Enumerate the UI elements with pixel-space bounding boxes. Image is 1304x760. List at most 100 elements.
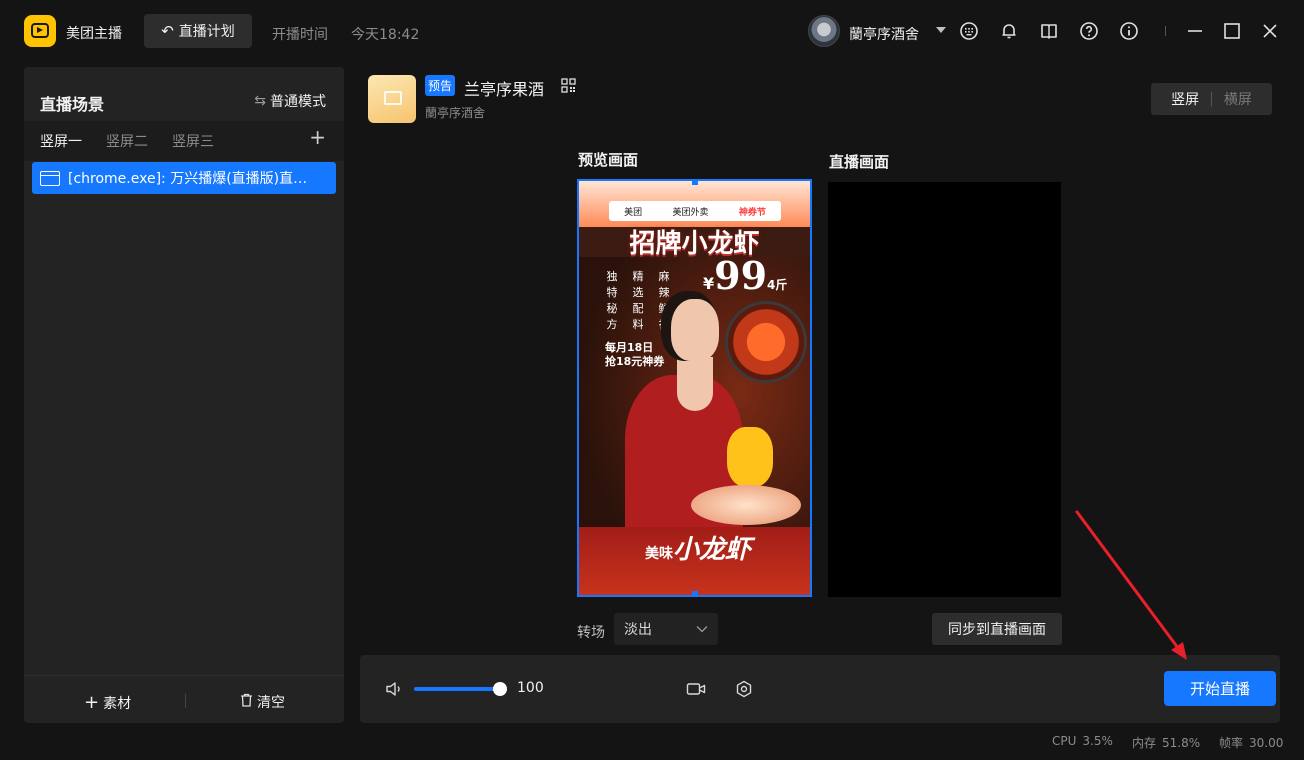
maximize-icon[interactable]: [1222, 21, 1242, 41]
tab-scene-3[interactable]: 竖屏三: [172, 131, 214, 151]
fps-value: 30.00: [1249, 735, 1284, 750]
bell-icon[interactable]: [999, 21, 1019, 41]
swap-icon: ⇆: [254, 93, 266, 109]
product-thumbnail: [368, 75, 416, 123]
fps-status: 帧率 30.00: [1219, 734, 1283, 751]
feature-char: 精: [632, 270, 644, 283]
window-icon: [40, 170, 60, 186]
info-icon[interactable]: [1119, 21, 1139, 41]
crayfish-dish-image: [725, 301, 807, 383]
titlebar-divider: [1165, 26, 1166, 36]
footer-divider: [185, 694, 186, 708]
start-live-button[interactable]: 开始直播: [1164, 671, 1276, 706]
bottom-title-big: 小龙虾: [673, 535, 752, 565]
fps-label: 帧率: [1219, 736, 1244, 750]
poster-price: ¥994斤: [703, 253, 787, 298]
source-item[interactable]: [chrome.exe]: 万兴播爆(直播版)直播伴侣: [32, 162, 336, 194]
settings-icon[interactable]: [735, 680, 753, 698]
live-plan-button[interactable]: ↶ 直播计划: [144, 14, 252, 48]
mode-label: 普通模式: [270, 94, 326, 110]
orientation-vertical[interactable]: 竖屏: [1171, 89, 1199, 109]
tab-scene-1[interactable]: 竖屏一: [40, 131, 82, 151]
annotation-arrow: [1070, 505, 1200, 670]
orientation-divider: |: [1209, 91, 1214, 107]
plus-icon: +: [84, 692, 100, 713]
live-label: 直播画面: [829, 153, 890, 171]
poster-brand-waimai: 美团外卖: [672, 207, 709, 218]
avatar[interactable]: [808, 15, 840, 47]
transition-select[interactable]: 淡出: [614, 613, 718, 645]
qr-code-icon[interactable]: [561, 78, 576, 93]
cpu-value: 3.5%: [1082, 734, 1113, 748]
price-value: 99: [714, 253, 768, 298]
price-unit: 4斤: [767, 278, 788, 292]
start-time-label: 开播时间: [272, 27, 328, 43]
feature-char: 麻: [658, 270, 670, 283]
poster-brands: 美团 美团外卖 神券节: [609, 201, 781, 221]
minimize-icon[interactable]: [1185, 21, 1205, 41]
poster-bottom-title: 美味小龙虾: [645, 529, 751, 566]
food-bowl-image: [691, 485, 801, 525]
mascot-image: [727, 427, 773, 487]
source-item-label: [chrome.exe]: 万兴播爆(直播版)直播伴侣: [68, 171, 318, 187]
preview-badge: 预告: [425, 75, 455, 96]
close-icon[interactable]: [1260, 21, 1280, 41]
feature-char: 选: [632, 286, 644, 299]
volume-slider[interactable]: [414, 687, 500, 691]
presenter-head: [671, 299, 719, 361]
price-symbol: ¥: [703, 274, 715, 293]
memory-label: 内存: [1132, 736, 1157, 750]
app-logo: [24, 15, 56, 47]
keyboard-icon[interactable]: [959, 21, 979, 41]
cpu-label: CPU: [1052, 734, 1077, 748]
preview-canvas[interactable]: 美团 美团外卖 神券节 招牌小龙虾 独特秘方 精选配料 麻辣鲜香 ¥994斤 每…: [577, 179, 812, 597]
live-plan-label: 直播计划: [178, 24, 235, 40]
date-promo-line-2: 抢18元神券: [605, 355, 665, 368]
memory-status: 内存 51.8%: [1132, 734, 1200, 751]
cpu-status: CPU 3.5%: [1052, 734, 1113, 748]
scene-panel-title: 直播场景: [40, 95, 105, 114]
volume-slider-thumb[interactable]: [493, 682, 507, 696]
play-icon: [31, 23, 49, 38]
chevron-down-icon: [696, 621, 708, 637]
add-material-label: 素材: [103, 695, 132, 712]
feature-char: 方: [606, 318, 618, 331]
sync-to-live-button[interactable]: 同步到直播画面: [932, 613, 1062, 645]
user-name[interactable]: 蘭亭序酒舍: [849, 24, 919, 44]
add-scene-icon[interactable]: +: [309, 125, 326, 149]
product-shop: 蘭亭序酒舍: [425, 106, 486, 120]
camera-icon[interactable]: [686, 681, 706, 697]
live-canvas: [828, 182, 1061, 597]
clear-label: 清空: [257, 695, 285, 711]
feature-char: 特: [606, 286, 618, 299]
bottom-title-small: 美味: [645, 546, 673, 562]
poster-date-promo: 每月18日 抢18元神券: [605, 341, 664, 369]
orientation-toggle: 竖屏 | 横屏: [1151, 83, 1272, 115]
book-icon[interactable]: [1039, 21, 1059, 41]
orientation-horizontal[interactable]: 横屏: [1224, 89, 1252, 109]
scene-panel-footer: + 素材 清空: [24, 675, 344, 723]
mode-switch-button[interactable]: ⇆ 普通模式: [254, 91, 326, 111]
resize-handle-bottom[interactable]: [692, 591, 698, 595]
resize-handle-top[interactable]: [692, 181, 698, 185]
scene-panel: 直播场景 ⇆ 普通模式 竖屏一 竖屏二 竖屏三 + [chrome.exe]: …: [24, 67, 344, 723]
feature-char: 配: [632, 302, 644, 315]
feature-char: 秘: [606, 302, 618, 315]
start-time-value: 今天18:42: [351, 27, 420, 43]
add-material-button[interactable]: + 素材: [84, 692, 131, 713]
presenter-neck: [677, 357, 713, 411]
product-name: 兰亭序果酒: [464, 80, 545, 99]
help-icon[interactable]: [1079, 21, 1099, 41]
clear-button[interactable]: 清空: [240, 692, 285, 712]
volume-icon[interactable]: [385, 681, 405, 697]
account-dropdown-icon[interactable]: [936, 27, 946, 33]
poster-brand-festival: 神券节: [738, 207, 766, 218]
back-arrow-icon: ↶: [161, 22, 174, 40]
trash-icon: [240, 693, 253, 711]
app-name: 美团主播: [66, 26, 122, 42]
tab-scene-2[interactable]: 竖屏二: [106, 131, 148, 151]
feature-char: 独: [606, 270, 618, 283]
volume-value: 100: [517, 680, 544, 696]
preview-label: 预览画面: [578, 151, 639, 169]
transition-label: 转场: [577, 625, 605, 641]
